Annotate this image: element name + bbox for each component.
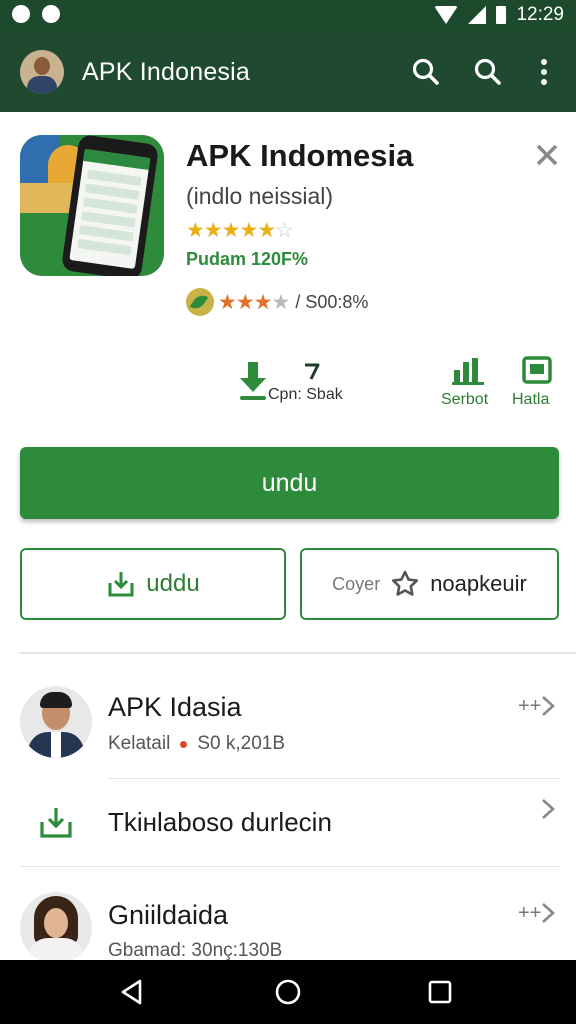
notification-icon [12, 5, 30, 23]
battery-icon [496, 6, 507, 24]
avatar[interactable] [20, 686, 92, 758]
app-price: Pudam 120F% [186, 249, 309, 269]
chevron-right-icon[interactable] [540, 902, 556, 924]
star-empty-icon: ☆ [275, 219, 294, 242]
status-dot [180, 740, 188, 748]
chevron-right-icon[interactable] [540, 695, 556, 717]
search-icon[interactable] [472, 56, 504, 88]
leaf-badge-icon [186, 288, 214, 316]
share-arrow-icon[interactable] [304, 362, 320, 380]
home-icon[interactable] [274, 978, 302, 1006]
download-icon [40, 808, 72, 838]
app-subtitle: (indlo neissial) [186, 183, 334, 209]
wifi-icon [434, 6, 459, 24]
search-icon[interactable] [410, 56, 442, 88]
status-bar: 12:29 [0, 0, 576, 30]
list-item-title[interactable]: Tkiнlaboso durlecin [108, 807, 332, 838]
wishlist-button-sublabel: Coyer [332, 573, 381, 594]
list-item-trailing: ++ [518, 902, 542, 924]
avatar[interactable] [20, 50, 64, 94]
chart-action-label[interactable]: Serbot [441, 391, 488, 409]
avatar[interactable] [20, 892, 92, 964]
list-item-subtitle: Kelatail S0 k,201B [108, 733, 285, 754]
wishlist-button[interactable]: Coyer noapkeuir [300, 548, 559, 620]
notification-icon [42, 5, 60, 23]
download-hand-icon[interactable] [236, 360, 270, 402]
list-item-title[interactable]: Gniildaida [108, 900, 228, 931]
close-icon[interactable] [532, 140, 562, 170]
status-indicators: 12:29 [434, 4, 564, 26]
app-icon [20, 135, 164, 276]
divider [20, 652, 576, 654]
star-outline-icon [392, 570, 419, 596]
signal-icon [468, 6, 487, 24]
app-bar: APK Indonesia [0, 30, 576, 112]
status-time: 12:29 [516, 4, 564, 25]
app-name: APK Indomesia [186, 138, 414, 173]
recent-apps-icon[interactable] [426, 978, 454, 1006]
divider [108, 778, 560, 779]
navigation-bar [0, 960, 576, 1024]
document-icon[interactable] [522, 356, 552, 384]
list-item-trailing: ++ [518, 695, 542, 717]
install-button[interactable]: undu [20, 447, 559, 519]
star-half-icon: ★ [257, 219, 276, 242]
download-icon [108, 572, 134, 597]
rating-stars: ★★★★★☆ [186, 218, 294, 243]
back-icon[interactable] [118, 978, 146, 1006]
page-title: APK Indonesia [82, 58, 250, 86]
wishlist-button-label: noapkeuir [430, 571, 527, 596]
download-button-label: uddu [146, 570, 200, 597]
list-item-title[interactable]: APK Idasia [108, 692, 242, 723]
doc-action-label[interactable]: Hatla [512, 391, 549, 409]
rating-text: / S00:8% [295, 291, 369, 312]
star-filled-icon: ★★★★ [186, 219, 258, 242]
list-item-subtitle: Gbamad: 30nç:130B [108, 940, 283, 961]
bar-chart-icon[interactable] [452, 356, 484, 386]
divider [20, 866, 560, 867]
secondary-rating: ★★★★ / S00:8% [186, 288, 368, 316]
download-button[interactable]: uddu [20, 548, 286, 620]
notification-icons [12, 5, 60, 23]
rating-stars-secondary: ★★★★ [218, 290, 290, 314]
more-vert-icon[interactable] [530, 56, 562, 88]
chevron-right-icon[interactable] [540, 798, 556, 820]
open-action-label[interactable]: Cpn: Sbak [268, 386, 343, 404]
